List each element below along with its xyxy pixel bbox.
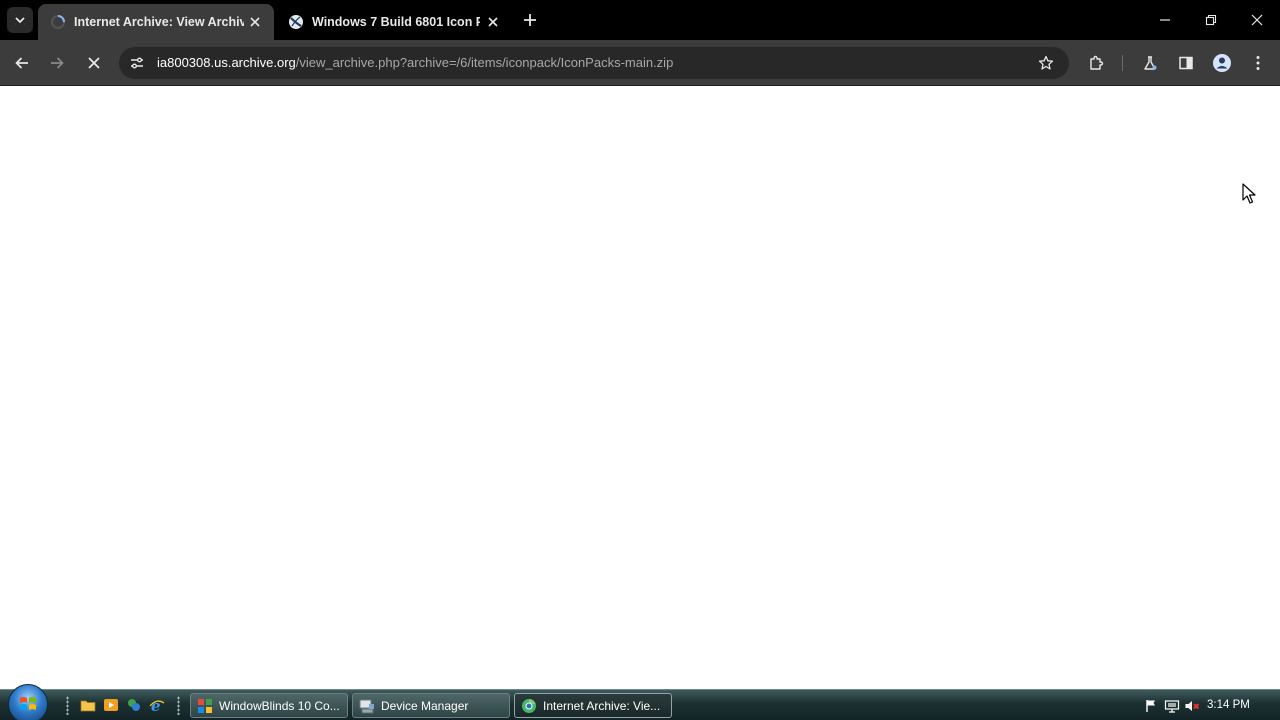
windowblinds-icon [198, 698, 212, 713]
side-panel-button[interactable] [1172, 49, 1200, 77]
taskbar-item-label: Device Manager [381, 698, 469, 713]
tab-title: Internet Archive: View Archive [74, 15, 244, 29]
chrome-icon [522, 698, 536, 713]
start-button[interactable] [8, 684, 48, 720]
explorer-folder-icon[interactable] [80, 697, 96, 713]
taskbar-item-label: Internet Archive: Vie... [543, 698, 661, 713]
close-icon [1251, 14, 1263, 26]
loading-spinner-icon [50, 14, 66, 30]
taskbar-item-internet-archive[interactable]: Internet Archive: Vie... [514, 693, 672, 718]
restore-icon [1205, 14, 1217, 26]
profile-icon [1213, 54, 1231, 72]
side-panel-icon [1179, 56, 1193, 70]
device-manager-icon [359, 699, 374, 713]
labs-button[interactable] [1136, 49, 1164, 77]
network-icon[interactable] [1164, 698, 1180, 714]
svg-text:e: e [151, 697, 161, 713]
taskbar-clock[interactable]: 3:14 PM [1207, 699, 1250, 711]
plus-icon [524, 14, 536, 26]
extensions-icon [1090, 55, 1104, 70]
minimize-button[interactable] [1142, 0, 1188, 40]
messenger-icon[interactable] [126, 697, 142, 713]
site-globe-icon [288, 14, 304, 30]
taskbar-item-windowblinds[interactable]: WindowBlinds 10 Co... [190, 693, 348, 718]
close-tab-icon[interactable] [484, 13, 502, 31]
url-text[interactable]: ia800308.us.archive.org/view_archive.php… [157, 55, 673, 70]
minimize-icon [1160, 19, 1170, 21]
site-info-icon[interactable] [125, 51, 149, 75]
url-path: /view_archive.php?archive=/6/items/iconp… [295, 55, 674, 70]
stop-loading-button[interactable] [80, 49, 108, 77]
taskbar-grip[interactable] [177, 696, 180, 715]
menu-icon [1256, 56, 1260, 70]
url-host: ia800308.us.archive.org [157, 55, 296, 70]
menu-button[interactable] [1244, 49, 1272, 77]
tab-search-button[interactable] [7, 7, 33, 33]
address-bar[interactable]: ia800308.us.archive.org/view_archive.php… [119, 47, 1069, 79]
page-content [0, 87, 1280, 689]
restore-button[interactable] [1188, 0, 1234, 40]
tab-title: Windows 7 Build 6801 Icon Pa [312, 15, 480, 29]
toolbar-separator [1122, 55, 1123, 71]
forward-icon [51, 57, 64, 69]
windows-logo-icon [20, 697, 36, 710]
tab-strip: Internet Archive: View Archive Windows 7… [0, 0, 1280, 40]
tab-windows7-icon-pack[interactable]: Windows 7 Build 6801 Icon Pa [276, 4, 512, 40]
media-player-icon[interactable] [103, 697, 119, 713]
taskbar: e WindowBlinds 10 Co... Device Manager I… [0, 684, 1280, 720]
tab-internet-archive[interactable]: Internet Archive: View Archive [38, 4, 274, 40]
close-window-button[interactable] [1234, 0, 1280, 40]
bookmark-star-icon[interactable] [1035, 52, 1057, 74]
quick-launch-grip[interactable] [66, 696, 69, 715]
ie-icon[interactable]: e [149, 697, 165, 713]
taskbar-item-label: WindowBlinds 10 Co... [219, 698, 340, 713]
browser-toolbar: ia800308.us.archive.org/view_archive.php… [0, 40, 1280, 86]
close-tab-icon[interactable] [246, 13, 264, 31]
new-tab-button[interactable] [518, 8, 542, 32]
profile-button[interactable] [1208, 49, 1236, 77]
chevron-down-icon [15, 17, 25, 24]
back-button[interactable] [8, 49, 36, 77]
extensions-button[interactable] [1082, 49, 1110, 77]
labs-flask-icon [1144, 56, 1157, 70]
screen: Internet Archive: View Archive Windows 7… [0, 0, 1280, 720]
taskbar-item-device-manager[interactable]: Device Manager [352, 693, 510, 718]
action-center-flag-icon[interactable] [1144, 698, 1160, 714]
forward-button[interactable] [43, 49, 71, 77]
mouse-cursor-icon [1242, 183, 1256, 204]
back-icon [15, 57, 28, 69]
volume-muted-icon[interactable] [1184, 698, 1200, 714]
stop-loading-icon [88, 57, 100, 69]
